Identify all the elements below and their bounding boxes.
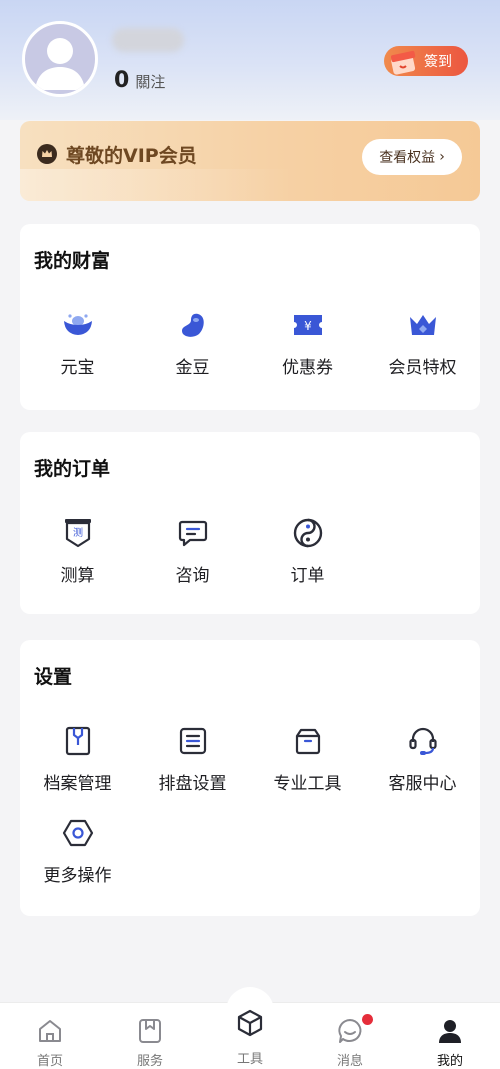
checkin-button[interactable]: 簽到 [384, 46, 468, 76]
orders-item-label: 咨询 [175, 566, 210, 586]
list-icon [175, 724, 211, 757]
bottom-tab-bar: 首页 服务 工具 消息 我的 [0, 987, 500, 1069]
follow-label: 關注 [135, 73, 166, 91]
settings-item-more[interactable]: 更多操作 [20, 816, 135, 886]
follow-count[interactable]: 0 關注 [114, 68, 165, 93]
settings-item-chart-setup[interactable]: 排盘设置 [135, 724, 250, 794]
chat-icon [175, 516, 211, 549]
wealth-item-privilege[interactable]: 会员特权 [365, 308, 480, 378]
tab-home[interactable]: 首页 [0, 1003, 100, 1069]
default-avatar-icon [35, 38, 85, 90]
settings-item-label: 档案管理 [43, 774, 112, 794]
wealth-item-coupon[interactable]: ¥ 优惠券 [250, 308, 365, 378]
orders-item-consult[interactable]: 咨询 [135, 516, 250, 586]
hexagon-icon [60, 816, 96, 849]
ingot-icon [60, 308, 96, 341]
svg-text:¥: ¥ [304, 319, 312, 333]
settings-card: 设置 档案管理 排盘设置 专业工具 客服中心 更多操作 [20, 640, 480, 916]
archive-icon [60, 724, 96, 757]
tab-mine[interactable]: 我的 [400, 1003, 500, 1069]
settings-item-pro-tools[interactable]: 专业工具 [250, 724, 365, 794]
settings-item-archive[interactable]: 档案管理 [20, 724, 135, 794]
orders-card: 我的订单 测 测算 咨询 订单 [20, 432, 480, 614]
home-icon [35, 1017, 65, 1045]
wealth-item-label: 优惠券 [282, 358, 333, 378]
checkin-label: 簽到 [424, 54, 452, 70]
orders-item-label: 订单 [290, 566, 325, 586]
tab-label: 服务 [136, 1054, 163, 1069]
message-icon [335, 1017, 365, 1045]
settings-item-label: 更多操作 [43, 866, 112, 886]
wealth-item-bean[interactable]: 金豆 [135, 308, 250, 378]
tab-label: 工具 [236, 1052, 263, 1067]
wealth-card: 我的财富 元宝 金豆 ¥ 优惠券 会员特权 [20, 224, 480, 410]
wealth-item-ingot[interactable]: 元宝 [20, 308, 135, 378]
chevron-right-icon: › [439, 149, 445, 165]
tab-label: 消息 [336, 1054, 363, 1069]
orders-title: 我的订单 [34, 458, 111, 480]
tab-tools[interactable]: 工具 [200, 1003, 300, 1069]
orders-item-label: 测算 [60, 566, 95, 586]
settings-item-label: 客服中心 [388, 774, 457, 794]
wealth-item-label: 元宝 [60, 358, 95, 378]
tab-label: 首页 [36, 1054, 63, 1069]
avatar[interactable] [22, 21, 98, 97]
divination-glyph: 测 [73, 526, 83, 539]
follow-number: 0 [114, 68, 130, 93]
yin-yang-icon [290, 516, 326, 549]
wealth-item-label: 金豆 [175, 358, 210, 378]
tab-messages[interactable]: 消息 [300, 1003, 400, 1069]
user-icon [435, 1017, 465, 1045]
settings-item-label: 排盘设置 [158, 774, 227, 794]
vip-title: 尊敬的VIP会员 [66, 145, 197, 167]
orders-item-orders[interactable]: 订单 [250, 516, 365, 586]
divination-icon: 测 [60, 516, 96, 549]
settings-item-support[interactable]: 客服中心 [365, 724, 480, 794]
cube-icon [235, 1003, 265, 1043]
settings-item-label: 专业工具 [273, 774, 342, 794]
coupon-icon: ¥ [290, 308, 326, 341]
settings-title: 设置 [34, 666, 73, 688]
headset-icon [405, 724, 441, 757]
tab-service[interactable]: 服务 [100, 1003, 200, 1069]
wealth-title: 我的财富 [34, 250, 111, 272]
view-benefits-label: 查看权益 [379, 150, 436, 166]
wealth-item-label: 会员特权 [388, 358, 457, 378]
box-icon [290, 724, 326, 757]
vip-banner[interactable]: 尊敬的VIP会员 查看权益 › [20, 121, 480, 201]
tab-label: 我的 [436, 1054, 463, 1069]
bookmark-icon [135, 1017, 165, 1045]
username-blurred [112, 28, 184, 52]
bean-icon [175, 308, 211, 341]
view-benefits-button[interactable]: 查看权益 › [362, 139, 462, 175]
vip-crown-icon [37, 144, 57, 164]
crown-icon [405, 308, 441, 341]
gift-icon [386, 44, 420, 82]
unread-badge [362, 1014, 373, 1025]
orders-item-divination[interactable]: 测 测算 [20, 516, 135, 586]
